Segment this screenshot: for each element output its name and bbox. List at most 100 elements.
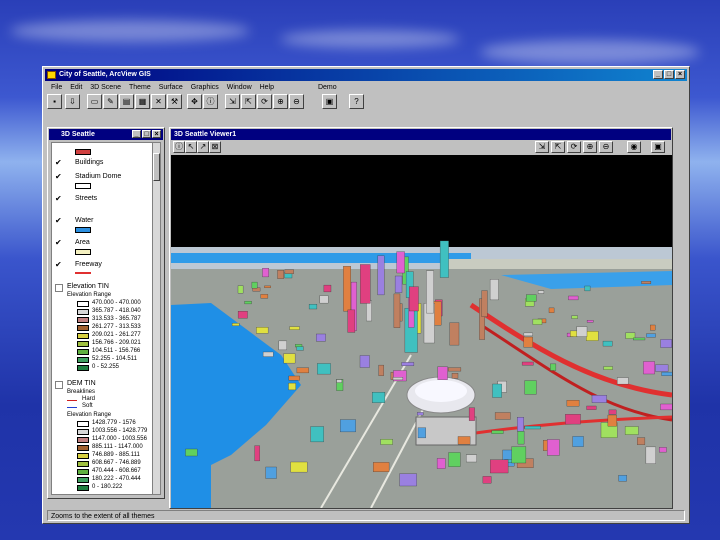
menu-help[interactable]: Help [260,82,274,93]
building [366,300,372,322]
viewer-stop-icon[interactable]: ▣ [651,141,665,153]
layout-icon[interactable]: ▭ [87,94,102,109]
3d-scene-canvas[interactable] [171,155,672,508]
building [392,377,404,381]
viewer-window: 3D Seattle Viewer1 ⓘ ↖ ↗ ⊠ ⇲ ⇱ ⟳ ⊕ ⊖ ◉ ▣ [169,127,673,509]
save-icon[interactable]: ▪ [47,94,62,109]
status-bar: Zooms to the extent of all themes [47,510,685,521]
zoom-extent-icon[interactable]: ⇲ [225,94,240,109]
building [655,364,669,372]
zoom-active-icon[interactable]: ⇱ [241,94,256,109]
pan-icon[interactable]: ✥ [187,94,202,109]
building [584,285,591,292]
building [260,294,269,299]
scrollbar-thumb[interactable] [153,153,160,181]
minimize-button[interactable]: _ [653,70,663,79]
viewer-title[interactable]: 3D Seattle Viewer1 [171,129,671,140]
legend-range-label: 1428.779 - 1576 [92,420,136,426]
legend-range-label: 608.667 - 746.889 [92,460,141,466]
freeway-line-symbol [75,272,91,274]
window-title-bar[interactable]: City of Seattle, ArcView GIS _ □ × [45,69,687,81]
breakline-label: Hard [82,396,96,402]
toc-scrollbar[interactable] [152,142,161,495]
navigate-icon[interactable]: ↗ [197,141,209,153]
import-icon[interactable]: ⇩ [65,94,80,109]
checkbox-area[interactable]: ✔ [55,239,62,247]
zoom-icon[interactable]: ⊠ [209,141,221,153]
zoom-in-icon[interactable]: ⊕ [273,94,288,109]
building [296,346,304,351]
building [437,366,448,380]
checkbox-freeway[interactable]: ✔ [55,261,62,269]
demo-tool-icon[interactable]: ▣ [322,94,337,109]
zoom-out-icon[interactable]: ⊖ [289,94,304,109]
building [572,436,584,447]
tools-icon[interactable]: ⚒ [167,94,182,109]
legend-range-label: 365.787 - 418.040 [92,308,141,314]
building [317,363,331,375]
layer-swatch [75,227,91,233]
pointer-icon[interactable]: ↖ [185,141,197,153]
project-close-button[interactable]: × [152,130,161,138]
building [185,448,198,457]
legend-swatch [77,461,89,467]
layer-name: Streets [75,195,98,202]
building [650,324,656,331]
menu-window[interactable]: Window [227,82,252,93]
hard-line-symbol [67,400,77,401]
menu-file[interactable]: File [51,82,62,93]
menu-edit[interactable]: Edit [70,82,82,93]
table-icon[interactable]: ▦ [135,94,150,109]
checkbox-elevation-tin[interactable] [55,284,63,292]
building [378,364,384,376]
building [439,240,449,278]
find-icon[interactable]: ✕ [151,94,166,109]
project-maximize-button[interactable]: □ [142,130,151,138]
checkbox-buildings[interactable]: ✔ [55,159,62,167]
building [565,414,581,425]
main-toolbar: ▪ ⇩ ▭ ✎ ▤ ▦ ✕ ⚒ ✥ ⓘ ⇲ ⇱ ⟳ ⊕ ⊖ ▣ ? [47,94,685,110]
building [548,307,555,313]
rotate-icon[interactable]: ⟳ [257,94,272,109]
menu-graphics[interactable]: Graphics [191,82,219,93]
info-icon[interactable]: ⓘ [173,141,185,153]
menu-3d-scene[interactable]: 3D Scene [90,82,121,93]
building [262,351,274,357]
building [586,331,599,341]
building [646,333,656,338]
properties-icon[interactable]: ▤ [119,94,134,109]
menu-demo[interactable]: Demo [318,82,337,93]
checkbox-dem-tin[interactable] [55,381,63,389]
viewer-eye-icon[interactable]: ◉ [627,141,641,153]
viewer-zoom-out-icon[interactable]: ⊖ [599,141,613,153]
building [290,461,308,473]
building [256,327,269,334]
legend-range-label: 1003.556 - 1428.779 [92,428,148,434]
building [637,437,646,445]
building [608,409,617,415]
viewer-zoom-in-icon[interactable]: ⊕ [583,141,597,153]
layer-name: Water [75,217,94,224]
viewer-extent-icon[interactable]: ⇲ [535,141,549,153]
help-pointer-icon[interactable]: ? [349,94,364,109]
viewer-active-icon[interactable]: ⇱ [551,141,565,153]
close-button[interactable]: × [675,70,685,79]
menu-surface[interactable]: Surface [159,82,183,93]
project-minimize-button[interactable]: _ [132,130,141,138]
legend-range-label: 156.766 - 209.021 [92,340,141,346]
edit-legend-icon[interactable]: ✎ [103,94,118,109]
maximize-button[interactable]: □ [664,70,674,79]
layer-name: Area [75,239,90,246]
checkbox-streets[interactable]: ✔ [55,195,62,203]
table-of-contents: ✔ Buildings ✔ Stadium Dome ✔ Streets ✔ W… [51,142,154,495]
checkbox-stadium-dome[interactable]: ✔ [55,173,62,181]
project-title-bar[interactable]: 3D Seattle _ □ × [49,129,163,140]
legend-swatch [77,325,89,331]
legend-range-label: 470.000 - 470.000 [92,300,141,306]
legend-swatch [77,309,89,315]
identify-icon[interactable]: ⓘ [203,94,218,109]
building [393,293,401,328]
menu-theme[interactable]: Theme [129,82,151,93]
checkbox-water[interactable]: ✔ [55,217,62,225]
viewer-rotate-icon[interactable]: ⟳ [567,141,581,153]
